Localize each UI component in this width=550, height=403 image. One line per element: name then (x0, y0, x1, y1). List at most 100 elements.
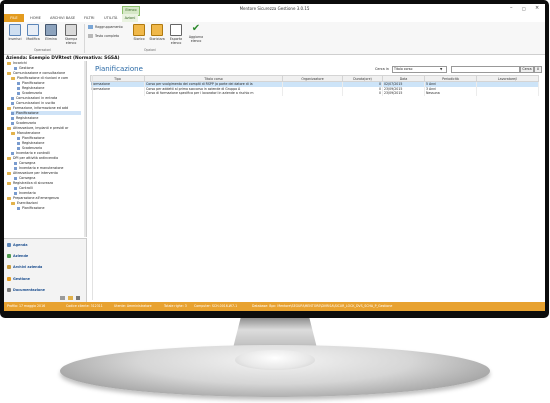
insert-button[interactable]: Inserisci (6, 24, 24, 41)
nav-folder-icon[interactable] (68, 296, 73, 300)
table-cell (282, 91, 343, 96)
tree-item[interactable]: Pianificazione (17, 81, 45, 85)
tree-item[interactable]: Gestione (14, 66, 34, 70)
nav-archivi-azienda[interactable]: Archivi azienda (7, 265, 42, 269)
folder-icon (7, 181, 11, 185)
nav-aziende[interactable]: Aziende (7, 254, 28, 258)
tree-item[interactable]: Inventario e controlli (11, 151, 50, 155)
tree-item-selected[interactable]: Pianificazione (11, 111, 81, 115)
page-title: Pianificazione (95, 65, 143, 73)
search-button[interactable]: Cerca (520, 66, 534, 73)
status-bar: Profilo: 17 maggio 2016 Codice cliente: … (4, 302, 545, 311)
tab-utilita[interactable]: UTILITÀ (100, 14, 121, 22)
archive-folder-icon (151, 24, 163, 36)
tree-item[interactable]: Registrazione (17, 141, 44, 145)
tree-item[interactable]: Registrazione (11, 116, 38, 120)
tree-item[interactable]: Registratica di sicurezza (7, 181, 53, 185)
table-cell (90, 91, 145, 96)
tab-file[interactable]: FILE (4, 14, 24, 22)
chevron-down-icon: ▼ (440, 67, 443, 71)
maximize-button[interactable]: □ (522, 6, 526, 11)
edit-button[interactable]: Modifica (24, 24, 42, 41)
tree-item[interactable]: Controlli (14, 186, 33, 190)
folder-icon (7, 71, 11, 75)
document-icon (11, 101, 14, 105)
document-icon (17, 141, 20, 145)
tree-item[interactable]: Comunicazioni in entrata (11, 96, 57, 100)
history-folder-icon (133, 24, 145, 36)
tab-archivi-base[interactable]: ARCHIVI BASE (46, 14, 79, 22)
print-list-button[interactable]: Stampa elenco (60, 24, 82, 45)
text-icon (88, 34, 93, 38)
edit-document-icon (27, 24, 39, 36)
grid-row-indicator-column (92, 75, 93, 300)
tree-item[interactable]: Inventario e manutenzione (14, 166, 63, 170)
folder-icon (7, 126, 11, 130)
monitor-screen: Mentore Sicurezza Gestione 3.0.15 – □ × … (4, 4, 545, 311)
tree-item[interactable]: DPI per attività antincendio (7, 156, 58, 160)
nav-config-icon[interactable] (60, 296, 65, 300)
document-icon (11, 121, 14, 125)
tree-item[interactable]: Comunicazioni in uscita (11, 101, 55, 105)
tree-item[interactable]: Attrezzature per intervento (7, 171, 58, 175)
folder-icon (11, 201, 15, 205)
tree-item[interactable]: Manutenzione (11, 131, 40, 135)
minimize-button[interactable]: – (510, 5, 513, 11)
tree-item[interactable]: Registrazione (17, 86, 44, 90)
tree-item[interactable]: Pianificazione (17, 206, 45, 210)
ribbon-separator (84, 24, 85, 53)
tree-item[interactable]: Scadenzario (17, 146, 42, 150)
tree-item[interactable]: Esercitazioni (11, 201, 38, 205)
export-list-button[interactable]: Esporta elenco (167, 24, 185, 45)
group-label-operazioni: Operazioni (34, 48, 52, 52)
tree-item[interactable]: Comunicazione e consultazione (7, 71, 65, 75)
tree-item[interactable]: Incarichi (7, 61, 27, 65)
close-button[interactable]: × (535, 5, 539, 11)
table-cell: Nessuna (424, 91, 477, 96)
refresh-list-button[interactable]: ✔ Aggiorna elenco (187, 24, 205, 44)
search-input[interactable] (451, 66, 520, 73)
ribbon (4, 22, 545, 55)
table-cell: 23/09/2015 (382, 91, 425, 96)
nav-gestione[interactable]: Gestione (7, 277, 30, 281)
document-icon (17, 146, 20, 150)
tree-item[interactable]: Consegna (14, 176, 35, 180)
status-user: Utente: Amministratore (114, 304, 152, 308)
tab-filtri[interactable]: FILTRI (80, 14, 98, 22)
history-button[interactable]: Storico (130, 24, 148, 41)
nav-expand-icon[interactable] (76, 296, 80, 300)
nav-agenda[interactable]: Agenda (7, 243, 27, 247)
delete-button[interactable]: Elimina (42, 24, 60, 41)
tree-item[interactable]: Inventario (14, 191, 36, 195)
tree-item[interactable]: Pianificazione (17, 136, 45, 140)
archive-button[interactable]: Storicizza (148, 24, 166, 41)
tab-home[interactable]: HOME (26, 14, 45, 22)
document-icon (14, 166, 17, 170)
clear-search-button[interactable]: X (534, 66, 542, 73)
calendar-icon (7, 243, 11, 247)
tree-item[interactable]: Preparazione all'emergenza (7, 196, 59, 200)
group-label-opzioni: Opzioni (144, 48, 156, 52)
folder-icon (7, 106, 11, 110)
full-text-button[interactable]: Testo completo (88, 34, 119, 38)
grouping-button[interactable]: Raggruppamento (88, 25, 123, 29)
search-field-select[interactable]: Titolo corso (392, 66, 447, 73)
document-icon (17, 91, 20, 95)
table-cell (476, 91, 539, 96)
tab-azioni[interactable]: Azioni (122, 14, 138, 22)
tree-item[interactable]: Scadenzario (17, 91, 42, 95)
data-table: Tipo Titolo corso Organizzatore Durata(o… (90, 75, 539, 96)
tree-item[interactable]: Scadenzario (11, 121, 36, 125)
tree-item[interactable]: Pianificazione di riunioni e com (11, 76, 68, 80)
table-row[interactable]: Corso di formazione specifica per i lavo… (90, 91, 539, 96)
nav-documentazione[interactable]: Documentazione (7, 288, 45, 292)
document-icon (17, 206, 20, 210)
table-cell: Corso di formazione specifica per i lavo… (144, 91, 283, 96)
document-icon (14, 66, 17, 70)
document-icon (17, 81, 20, 85)
tree-item[interactable]: Attrezzature, impianti e presidi ar (7, 126, 68, 130)
tree-item[interactable]: Consegna (14, 161, 35, 165)
tree-scrollbar[interactable] (84, 61, 86, 237)
status-row-count: Totale righe: 3 (164, 304, 187, 308)
tree-item[interactable]: Formazione, informazione ed add (7, 106, 68, 110)
